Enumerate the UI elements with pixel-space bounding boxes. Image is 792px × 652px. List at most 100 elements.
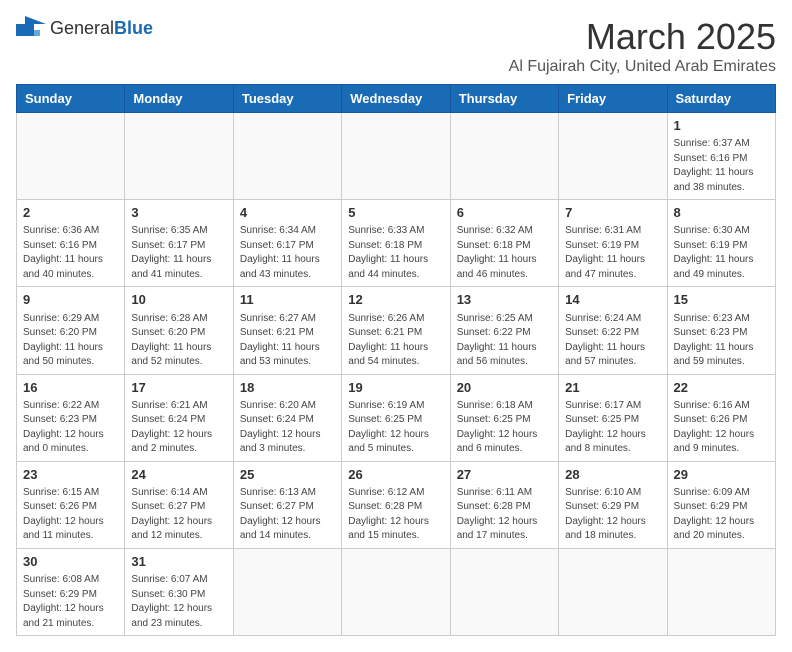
week-row-4: 16 Sunrise: 6:22 AM Sunset: 6:23 PM Dayli… <box>17 374 776 461</box>
day-info: Sunrise: 6:13 AM Sunset: 6:27 PM Dayligh… <box>240 486 335 544</box>
day-number: 28 <box>565 466 660 484</box>
day-number: 18 <box>240 379 335 397</box>
day-number: 31 <box>131 553 226 571</box>
day-info: Sunrise: 6:37 AM Sunset: 6:16 PM Dayligh… <box>674 137 769 195</box>
calendar-cell: 15 Sunrise: 6:23 AM Sunset: 6:23 PM Dayli… <box>667 287 775 374</box>
calendar-cell: 16 Sunrise: 6:22 AM Sunset: 6:23 PM Dayli… <box>17 374 125 461</box>
day-info: Sunrise: 6:08 AM Sunset: 6:29 PM Dayligh… <box>23 573 118 631</box>
calendar-cell: 19 Sunrise: 6:19 AM Sunset: 6:25 PM Dayli… <box>342 374 450 461</box>
day-number: 6 <box>457 204 552 222</box>
calendar-cell: 8Sunrise: 6:30 AM Sunset: 6:19 PM Daylig… <box>667 200 775 287</box>
day-info: Sunrise: 6:24 AM Sunset: 6:22 PM Dayligh… <box>565 312 660 370</box>
day-number: 21 <box>565 379 660 397</box>
day-number: 15 <box>674 291 769 309</box>
calendar-cell: 5Sunrise: 6:33 AM Sunset: 6:18 PM Daylig… <box>342 200 450 287</box>
day-number: 16 <box>23 379 118 397</box>
day-number: 2 <box>23 204 118 222</box>
calendar-cell: 7Sunrise: 6:31 AM Sunset: 6:19 PM Daylig… <box>559 200 667 287</box>
weekday-header-wednesday: Wednesday <box>342 85 450 113</box>
day-number: 9 <box>23 291 118 309</box>
calendar-cell: 13Sunrise: 6:25 AM Sunset: 6:22 PM Dayli… <box>450 287 558 374</box>
weekday-header-monday: Monday <box>125 85 233 113</box>
logo-text: GeneralBlue <box>50 18 153 39</box>
title-block: March 2025 Al Fujairah City, United Arab… <box>509 16 776 76</box>
page-header: GeneralBlue March 2025 Al Fujairah City,… <box>16 16 776 76</box>
calendar-cell: 25Sunrise: 6:13 AM Sunset: 6:27 PM Dayli… <box>233 461 341 548</box>
day-info: Sunrise: 6:17 AM Sunset: 6:25 PM Dayligh… <box>565 399 660 457</box>
day-number: 27 <box>457 466 552 484</box>
day-info: Sunrise: 6:28 AM Sunset: 6:20 PM Dayligh… <box>131 312 226 370</box>
weekday-header-tuesday: Tuesday <box>233 85 341 113</box>
day-number: 3 <box>131 204 226 222</box>
calendar-cell: 6Sunrise: 6:32 AM Sunset: 6:18 PM Daylig… <box>450 200 558 287</box>
day-number: 10 <box>131 291 226 309</box>
calendar-cell <box>342 113 450 200</box>
day-number: 7 <box>565 204 660 222</box>
calendar-table: SundayMondayTuesdayWednesdayThursdayFrid… <box>16 84 776 636</box>
weekday-header-row: SundayMondayTuesdayWednesdayThursdayFrid… <box>17 85 776 113</box>
day-number: 30 <box>23 553 118 571</box>
calendar-cell <box>667 548 775 635</box>
day-info: Sunrise: 6:15 AM Sunset: 6:26 PM Dayligh… <box>23 486 118 544</box>
day-info: Sunrise: 6:29 AM Sunset: 6:20 PM Dayligh… <box>23 312 118 370</box>
main-title: March 2025 <box>509 16 776 58</box>
day-info: Sunrise: 6:35 AM Sunset: 6:17 PM Dayligh… <box>131 224 226 282</box>
week-row-3: 9 Sunrise: 6:29 AM Sunset: 6:20 PM Daylig… <box>17 287 776 374</box>
calendar-cell: 10 Sunrise: 6:28 AM Sunset: 6:20 PM Dayli… <box>125 287 233 374</box>
day-info: Sunrise: 6:12 AM Sunset: 6:28 PM Dayligh… <box>348 486 443 544</box>
calendar-cell: 20 Sunrise: 6:18 AM Sunset: 6:25 PM Dayli… <box>450 374 558 461</box>
weekday-header-friday: Friday <box>559 85 667 113</box>
day-info: Sunrise: 6:20 AM Sunset: 6:24 PM Dayligh… <box>240 399 335 457</box>
calendar-cell <box>450 113 558 200</box>
calendar-cell: 14 Sunrise: 6:24 AM Sunset: 6:22 PM Dayli… <box>559 287 667 374</box>
day-number: 1 <box>674 117 769 135</box>
day-number: 22 <box>674 379 769 397</box>
day-number: 4 <box>240 204 335 222</box>
day-number: 13 <box>457 291 552 309</box>
day-info: Sunrise: 6:26 AM Sunset: 6:21 PM Dayligh… <box>348 312 443 370</box>
day-number: 14 <box>565 291 660 309</box>
calendar-cell: 12 Sunrise: 6:26 AM Sunset: 6:21 PM Dayli… <box>342 287 450 374</box>
day-info: Sunrise: 6:21 AM Sunset: 6:24 PM Dayligh… <box>131 399 226 457</box>
day-info: Sunrise: 6:22 AM Sunset: 6:23 PM Dayligh… <box>23 399 118 457</box>
calendar-cell <box>450 548 558 635</box>
day-number: 17 <box>131 379 226 397</box>
day-info: Sunrise: 6:27 AM Sunset: 6:21 PM Dayligh… <box>240 312 335 370</box>
day-number: 23 <box>23 466 118 484</box>
day-number: 12 <box>348 291 443 309</box>
day-number: 20 <box>457 379 552 397</box>
weekday-header-saturday: Saturday <box>667 85 775 113</box>
day-info: Sunrise: 6:18 AM Sunset: 6:25 PM Dayligh… <box>457 399 552 457</box>
week-row-2: 2 Sunrise: 6:36 AM Sunset: 6:16 PM Daylig… <box>17 200 776 287</box>
day-number: 26 <box>348 466 443 484</box>
day-number: 11 <box>240 291 335 309</box>
calendar-cell <box>125 113 233 200</box>
day-info: Sunrise: 6:19 AM Sunset: 6:25 PM Dayligh… <box>348 399 443 457</box>
day-info: Sunrise: 6:07 AM Sunset: 6:30 PM Dayligh… <box>131 573 226 631</box>
week-row-5: 23 Sunrise: 6:15 AM Sunset: 6:26 PM Dayli… <box>17 461 776 548</box>
day-info: Sunrise: 6:23 AM Sunset: 6:23 PM Dayligh… <box>674 312 769 370</box>
calendar-cell: 30 Sunrise: 6:08 AM Sunset: 6:29 PM Dayli… <box>17 548 125 635</box>
calendar-cell: 31 Sunrise: 6:07 AM Sunset: 6:30 PM Dayli… <box>125 548 233 635</box>
day-number: 19 <box>348 379 443 397</box>
calendar-cell: 4 Sunrise: 6:34 AM Sunset: 6:17 PM Daylig… <box>233 200 341 287</box>
day-info: Sunrise: 6:33 AM Sunset: 6:18 PM Dayligh… <box>348 224 443 282</box>
calendar-cell <box>559 113 667 200</box>
calendar-cell: 18 Sunrise: 6:20 AM Sunset: 6:24 PM Dayli… <box>233 374 341 461</box>
calendar-cell: 17 Sunrise: 6:21 AM Sunset: 6:24 PM Dayli… <box>125 374 233 461</box>
logo-icon <box>16 16 46 40</box>
calendar-cell: 29 Sunrise: 6:09 AM Sunset: 6:29 PM Dayli… <box>667 461 775 548</box>
calendar-cell <box>559 548 667 635</box>
week-row-1: 1 Sunrise: 6:37 AM Sunset: 6:16 PM Daylig… <box>17 113 776 200</box>
day-info: Sunrise: 6:09 AM Sunset: 6:29 PM Dayligh… <box>674 486 769 544</box>
day-info: Sunrise: 6:36 AM Sunset: 6:16 PM Dayligh… <box>23 224 118 282</box>
calendar-cell <box>233 548 341 635</box>
calendar-cell <box>233 113 341 200</box>
day-info: Sunrise: 6:30 AM Sunset: 6:19 PM Dayligh… <box>674 224 769 282</box>
calendar-cell: 3 Sunrise: 6:35 AM Sunset: 6:17 PM Daylig… <box>125 200 233 287</box>
day-number: 29 <box>674 466 769 484</box>
day-info: Sunrise: 6:34 AM Sunset: 6:17 PM Dayligh… <box>240 224 335 282</box>
subtitle: Al Fujairah City, United Arab Emirates <box>509 58 776 76</box>
weekday-header-thursday: Thursday <box>450 85 558 113</box>
calendar-cell: 9 Sunrise: 6:29 AM Sunset: 6:20 PM Daylig… <box>17 287 125 374</box>
